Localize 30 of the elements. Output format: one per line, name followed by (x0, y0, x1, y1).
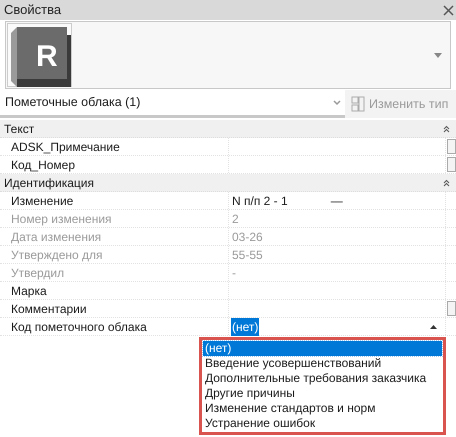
caret-icon (434, 52, 442, 58)
type-selector[interactable]: R (5, 21, 451, 89)
dropdown-option[interactable]: Устранение ошибок (203, 416, 442, 431)
group-header[interactable]: Идентификация (0, 174, 456, 192)
collapse-icon[interactable] (443, 124, 450, 132)
property-value: (нет) (231, 318, 260, 336)
property-value: N п/п 2 - 1 (231, 192, 289, 210)
property-row[interactable]: ADSK_Примечание (0, 138, 456, 156)
collapse-icon[interactable] (443, 178, 450, 186)
property-value: 2 (231, 210, 240, 228)
edit-type-icon (351, 96, 365, 112)
property-row[interactable]: Изменение N п/п 2 - 1 — (0, 192, 456, 210)
window-title: Свойства (4, 1, 62, 20)
property-extra: — (330, 192, 343, 210)
property-value: 03-26 (231, 228, 264, 246)
property-row[interactable]: Марка (0, 282, 456, 300)
property-row[interactable]: Код пометочного облака (нет) (0, 318, 456, 336)
property-value: 55-55 (231, 246, 264, 264)
dropdown-option[interactable]: (нет) (203, 341, 442, 356)
logo-icon: R (7, 23, 72, 87)
dropdown-option[interactable]: Введение усовершенствований (203, 356, 442, 371)
close-icon[interactable] (443, 4, 454, 16)
dropdown-option[interactable]: Другие причины (203, 386, 442, 401)
property-value: - (231, 264, 237, 282)
group-header[interactable]: Текст (0, 120, 456, 138)
dropdown-option[interactable]: Изменение стандартов и норм (203, 401, 442, 416)
chevron-down-icon[interactable] (333, 100, 341, 106)
caret-up-icon[interactable] (430, 324, 437, 329)
dropdown-option[interactable]: Дополнительные требования заказчика (203, 371, 442, 386)
property-row[interactable]: Комментарии (0, 300, 456, 318)
